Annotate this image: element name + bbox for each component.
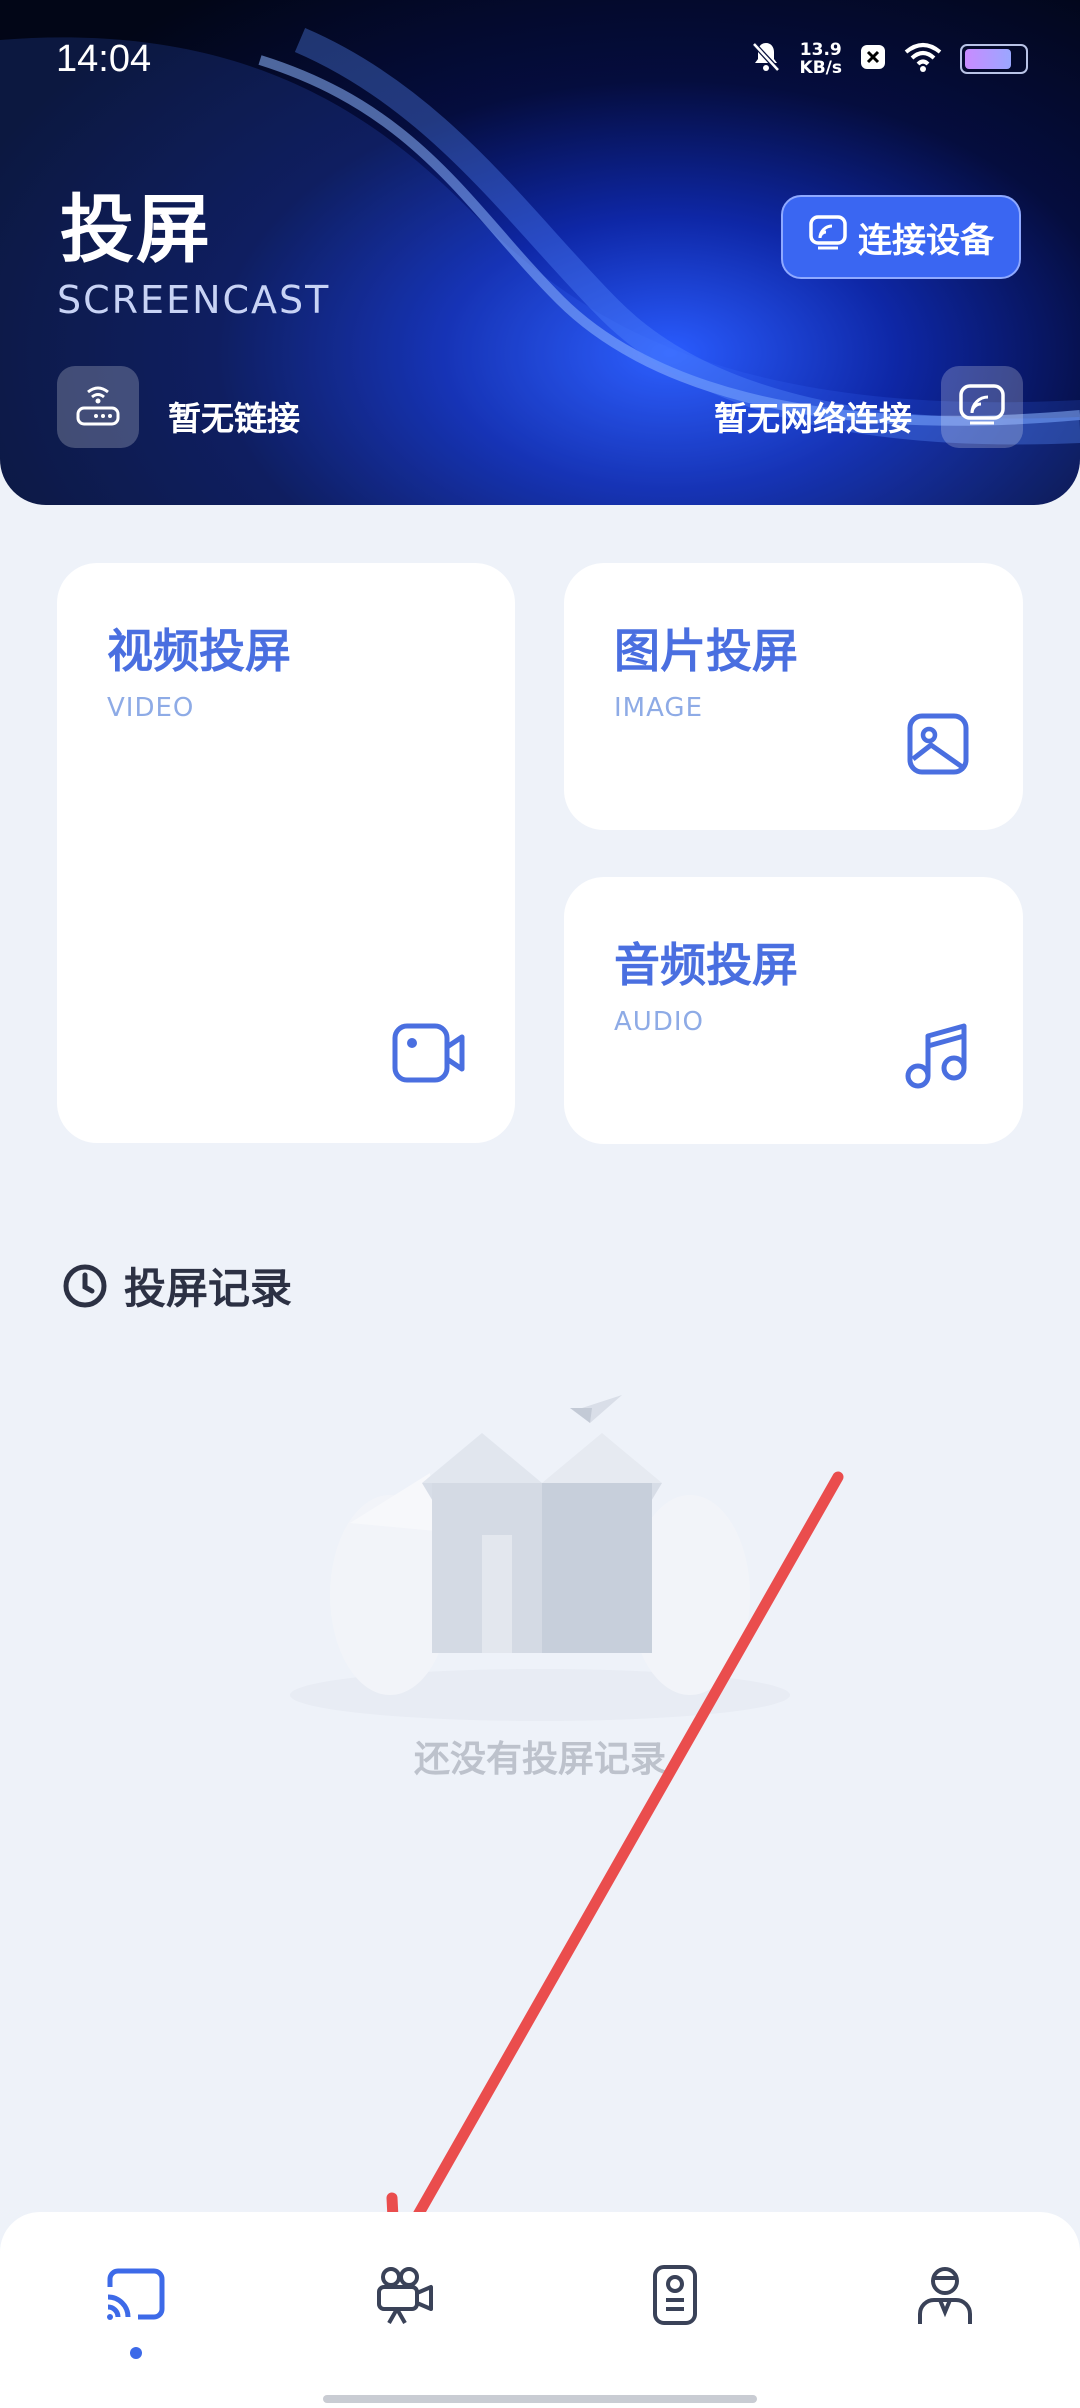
battery-icon (960, 44, 1028, 74)
router-chip (57, 366, 139, 448)
audio-card-subtitle: AUDIO (614, 1007, 704, 1037)
status-bar: 14:04 13.9 KB/s (0, 0, 1080, 125)
empty-box-illustration (290, 1395, 790, 1721)
video-cast-card[interactable]: 视频投屏 VIDEO (57, 563, 515, 1143)
tab-video[interactable] (360, 2252, 450, 2342)
image-cast-card[interactable]: 图片投屏 IMAGE (564, 563, 1023, 830)
page-subtitle: SCREENCAST (57, 278, 331, 322)
tab-cast[interactable] (90, 2252, 180, 2342)
records-title: 投屏记录 (124, 1264, 293, 1313)
image-icon (907, 713, 969, 779)
empty-records-text: 还没有投屏记录 (413, 1739, 666, 1780)
page-title: 投屏 (60, 187, 212, 273)
network-status: 暂无网络连接 (714, 399, 912, 438)
net-speed: 13.9 KB/s (799, 40, 842, 78)
status-icons: 13.9 KB/s (750, 40, 1028, 78)
movie-camera-icon (375, 2265, 435, 2329)
home-indicator[interactable] (323, 2395, 757, 2403)
video-camera-icon (392, 1023, 466, 1087)
audio-cast-card[interactable]: 音频投屏 AUDIO (564, 877, 1023, 1144)
remote-control-icon (652, 2264, 698, 2330)
tv-cast-icon (958, 383, 1006, 431)
x-app-icon (860, 44, 886, 74)
music-note-icon (904, 1022, 970, 1094)
link-status: 暂无链接 (168, 399, 300, 438)
video-card-subtitle: VIDEO (107, 693, 195, 723)
cast-screen-icon (808, 214, 848, 261)
image-card-title: 图片投屏 (614, 624, 798, 678)
status-time: 14:04 (56, 38, 152, 80)
wifi-icon (904, 42, 942, 76)
cast-icon (104, 2267, 166, 2327)
tab-profile[interactable] (900, 2252, 990, 2342)
bottom-tab-bar (0, 2212, 1080, 2408)
records-header: 投屏记录 (62, 1255, 292, 1316)
bell-off-icon (750, 40, 782, 78)
clock-icon (62, 1263, 108, 1309)
audio-card-title: 音频投屏 (614, 938, 798, 992)
router-icon (74, 382, 122, 432)
active-tab-indicator (130, 2347, 142, 2359)
tv-cast-chip (941, 366, 1023, 448)
connect-device-label: 连接设备 (858, 220, 994, 261)
image-card-subtitle: IMAGE (614, 693, 704, 723)
video-card-title: 视频投屏 (107, 624, 291, 678)
profile-icon (916, 2264, 974, 2330)
tab-remote[interactable] (630, 2252, 720, 2342)
connect-device-button[interactable]: 连接设备 (781, 195, 1021, 279)
